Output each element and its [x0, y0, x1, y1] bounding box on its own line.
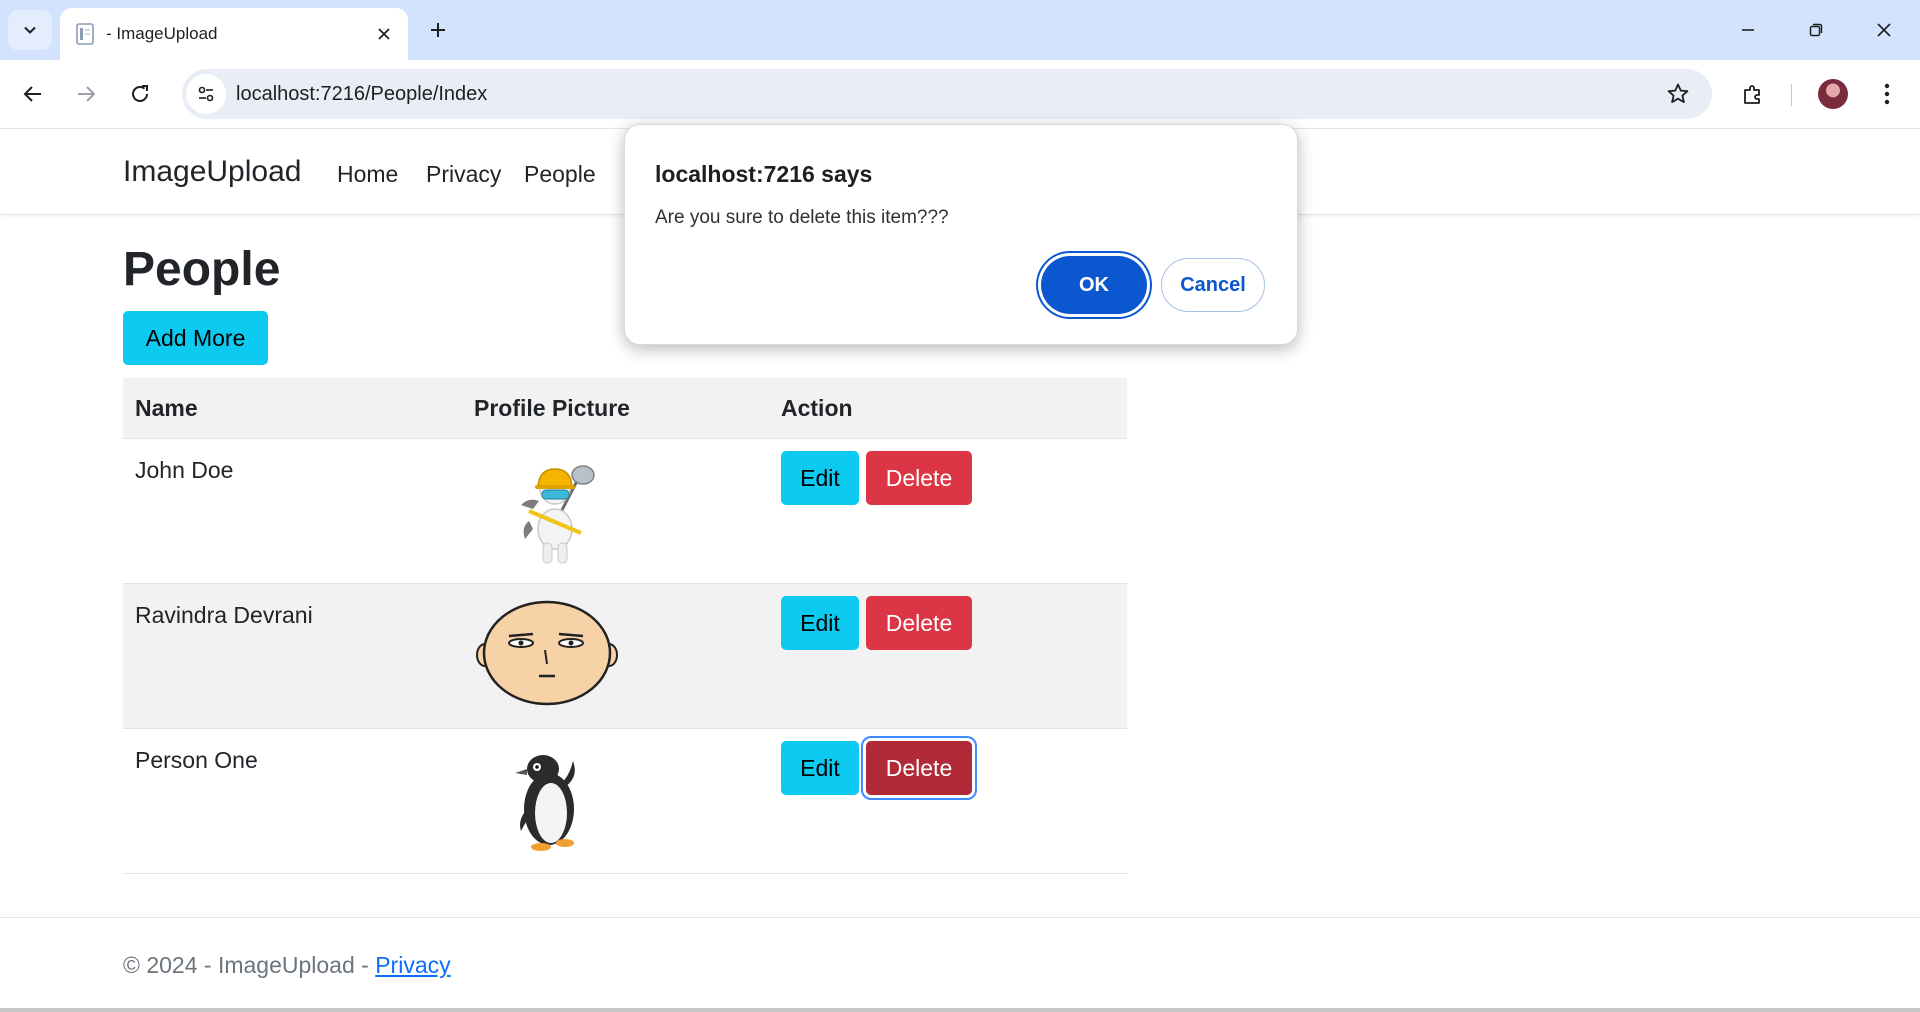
reload-button[interactable]	[120, 74, 160, 114]
person-name: John Doe	[135, 457, 234, 483]
reload-icon	[132, 85, 148, 102]
back-button[interactable]	[13, 74, 53, 114]
penguin-icon	[515, 755, 575, 851]
minimize-button[interactable]	[1720, 8, 1776, 52]
browser-tabstrip: - ImageUpload	[0, 0, 1920, 60]
tab-close-icon[interactable]	[368, 18, 400, 50]
column-header-action: Action	[781, 395, 853, 421]
close-window-button[interactable]	[1856, 8, 1912, 52]
person-name: Ravindra Devrani	[135, 602, 313, 628]
window-bottom-edge	[0, 1008, 1920, 1012]
delete-button[interactable]: Delete	[866, 451, 972, 505]
plus-icon	[431, 23, 445, 37]
people-table: Name Profile Picture Action John Doe Edi…	[123, 378, 1127, 874]
table-row: John Doe Edit Delete	[123, 439, 1127, 584]
delete-button[interactable]: Delete	[866, 596, 972, 650]
bookmark-star-icon[interactable]	[1658, 74, 1698, 114]
add-more-button[interactable]: Add More	[123, 311, 268, 365]
new-tab-button[interactable]	[418, 12, 458, 48]
minimize-icon	[1742, 29, 1754, 31]
nav-link-people[interactable]: People	[524, 161, 596, 188]
chevron-down-icon	[24, 26, 36, 34]
browser-menu-button[interactable]	[1867, 74, 1907, 114]
avatar-icon	[1818, 79, 1848, 109]
edit-button[interactable]: Edit	[781, 451, 859, 505]
dialog-message: Are you sure to delete this item???	[655, 207, 949, 228]
site-brand[interactable]: ImageUpload	[123, 155, 301, 189]
edit-button[interactable]: Edit	[781, 596, 859, 650]
dialog-cancel-button[interactable]: Cancel	[1161, 258, 1265, 312]
person-name: Person One	[135, 747, 258, 773]
arrow-left-icon	[23, 86, 41, 102]
nav-link-privacy[interactable]: Privacy	[426, 161, 501, 188]
url-text[interactable]: localhost:7216/People/Index	[236, 83, 1658, 106]
site-footer: © 2024 - ImageUpload - Privacy	[0, 917, 1920, 1008]
browser-toolbar: localhost:7216/People/Index	[0, 60, 1920, 129]
table-header: Name Profile Picture Action	[123, 378, 1127, 439]
forward-button[interactable]	[66, 74, 106, 114]
footer-text: © 2024 - ImageUpload - Privacy	[123, 952, 451, 979]
more-vertical-icon	[1884, 83, 1890, 105]
table-row: Ravindra Devrani Edit Delete	[123, 584, 1127, 729]
profile-avatar[interactable]	[1813, 74, 1853, 114]
restore-button[interactable]	[1788, 8, 1844, 52]
column-header-name: Name	[135, 395, 198, 421]
bald-face-icon	[476, 600, 618, 706]
delete-button[interactable]: Delete	[866, 741, 972, 795]
table-row: Person One Edit Delete	[123, 729, 1127, 874]
close-icon	[1877, 23, 1891, 37]
page-title: People	[123, 243, 281, 296]
extensions-icon[interactable]	[1733, 74, 1773, 114]
confirm-dialog: localhost:7216 says Are you sure to dele…	[624, 124, 1298, 345]
tab-search-button[interactable]	[8, 10, 52, 50]
footer-privacy-link[interactable]: Privacy	[375, 952, 450, 978]
address-bar[interactable]: localhost:7216/People/Index	[182, 69, 1712, 119]
edit-button[interactable]: Edit	[781, 741, 859, 795]
column-header-picture: Profile Picture	[474, 395, 630, 421]
browser-tab[interactable]: - ImageUpload	[60, 8, 408, 60]
page-favicon-icon	[74, 23, 96, 45]
toolbar-divider	[1791, 84, 1792, 106]
dialog-ok-button[interactable]: OK	[1041, 256, 1147, 314]
tab-title: - ImageUpload	[106, 24, 218, 43]
arrow-right-icon	[78, 86, 96, 102]
nav-link-home[interactable]: Home	[337, 161, 398, 188]
site-info-icon[interactable]	[186, 74, 226, 114]
footer-copyright: © 2024 - ImageUpload -	[123, 952, 376, 978]
dialog-title: localhost:7216 says	[655, 161, 873, 187]
restore-icon	[1809, 23, 1823, 37]
construction-worker-icon	[521, 465, 595, 564]
